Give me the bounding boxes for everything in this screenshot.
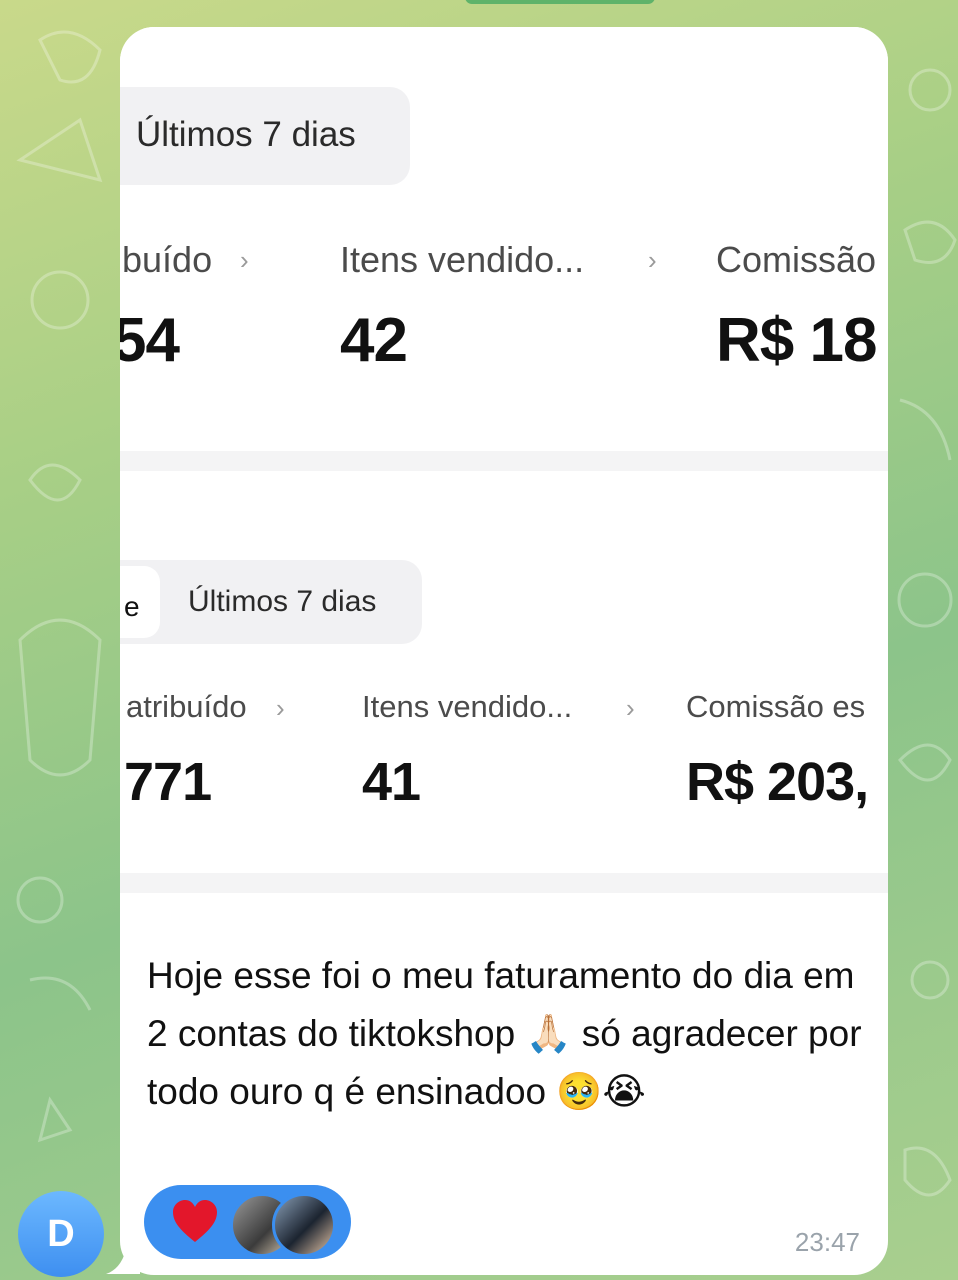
sender-avatar[interactable]: D <box>18 1191 104 1277</box>
period-filter-label: Últimos 7 dias <box>136 115 356 154</box>
metric-label: buído <box>122 239 213 280</box>
metric-value: 42 <box>340 306 408 375</box>
chevron-right-icon: › <box>276 693 285 723</box>
reactor-avatar <box>272 1193 336 1257</box>
previous-message-edge <box>465 0 655 4</box>
section-divider <box>120 873 888 893</box>
message-bubble[interactable]: Últimos 7 dias buído › 54 Itens vendido.… <box>120 27 888 1275</box>
metric-value: 54 <box>120 306 180 375</box>
metric-label: Itens vendido... <box>340 239 585 280</box>
message-timestamp: 23:47 <box>794 1227 860 1257</box>
heart-icon <box>173 1200 217 1242</box>
period-filter-pill: Últimos 7 dias <box>120 87 410 185</box>
metric-label: Comissão <box>716 239 877 280</box>
metric-value: 41 <box>362 752 421 812</box>
active-segment-label: e <box>124 591 140 622</box>
metric-label: Itens vendido... <box>362 689 573 724</box>
metric-value: 771 <box>124 752 212 812</box>
metric-label: atribuído <box>126 689 247 724</box>
reactions-pill[interactable] <box>144 1185 351 1259</box>
section-divider <box>120 451 888 471</box>
metric-label: Comissão es <box>686 689 866 724</box>
chevron-right-icon: › <box>240 245 249 275</box>
metric-value: R$ 203, <box>686 752 869 812</box>
chevron-right-icon: › <box>648 245 657 275</box>
attached-screenshot[interactable]: Últimos 7 dias buído › 54 Itens vendido.… <box>120 27 888 907</box>
chevron-right-icon: › <box>626 693 635 723</box>
period-filter-label: Últimos 7 dias <box>188 585 377 618</box>
message-text: Hoje esse foi o meu faturamento do dia e… <box>147 955 862 1112</box>
period-filter-pill: e Últimos 7 dias <box>120 560 422 644</box>
metric-value: R$ 18 <box>716 306 877 375</box>
active-segment: e <box>120 566 160 638</box>
